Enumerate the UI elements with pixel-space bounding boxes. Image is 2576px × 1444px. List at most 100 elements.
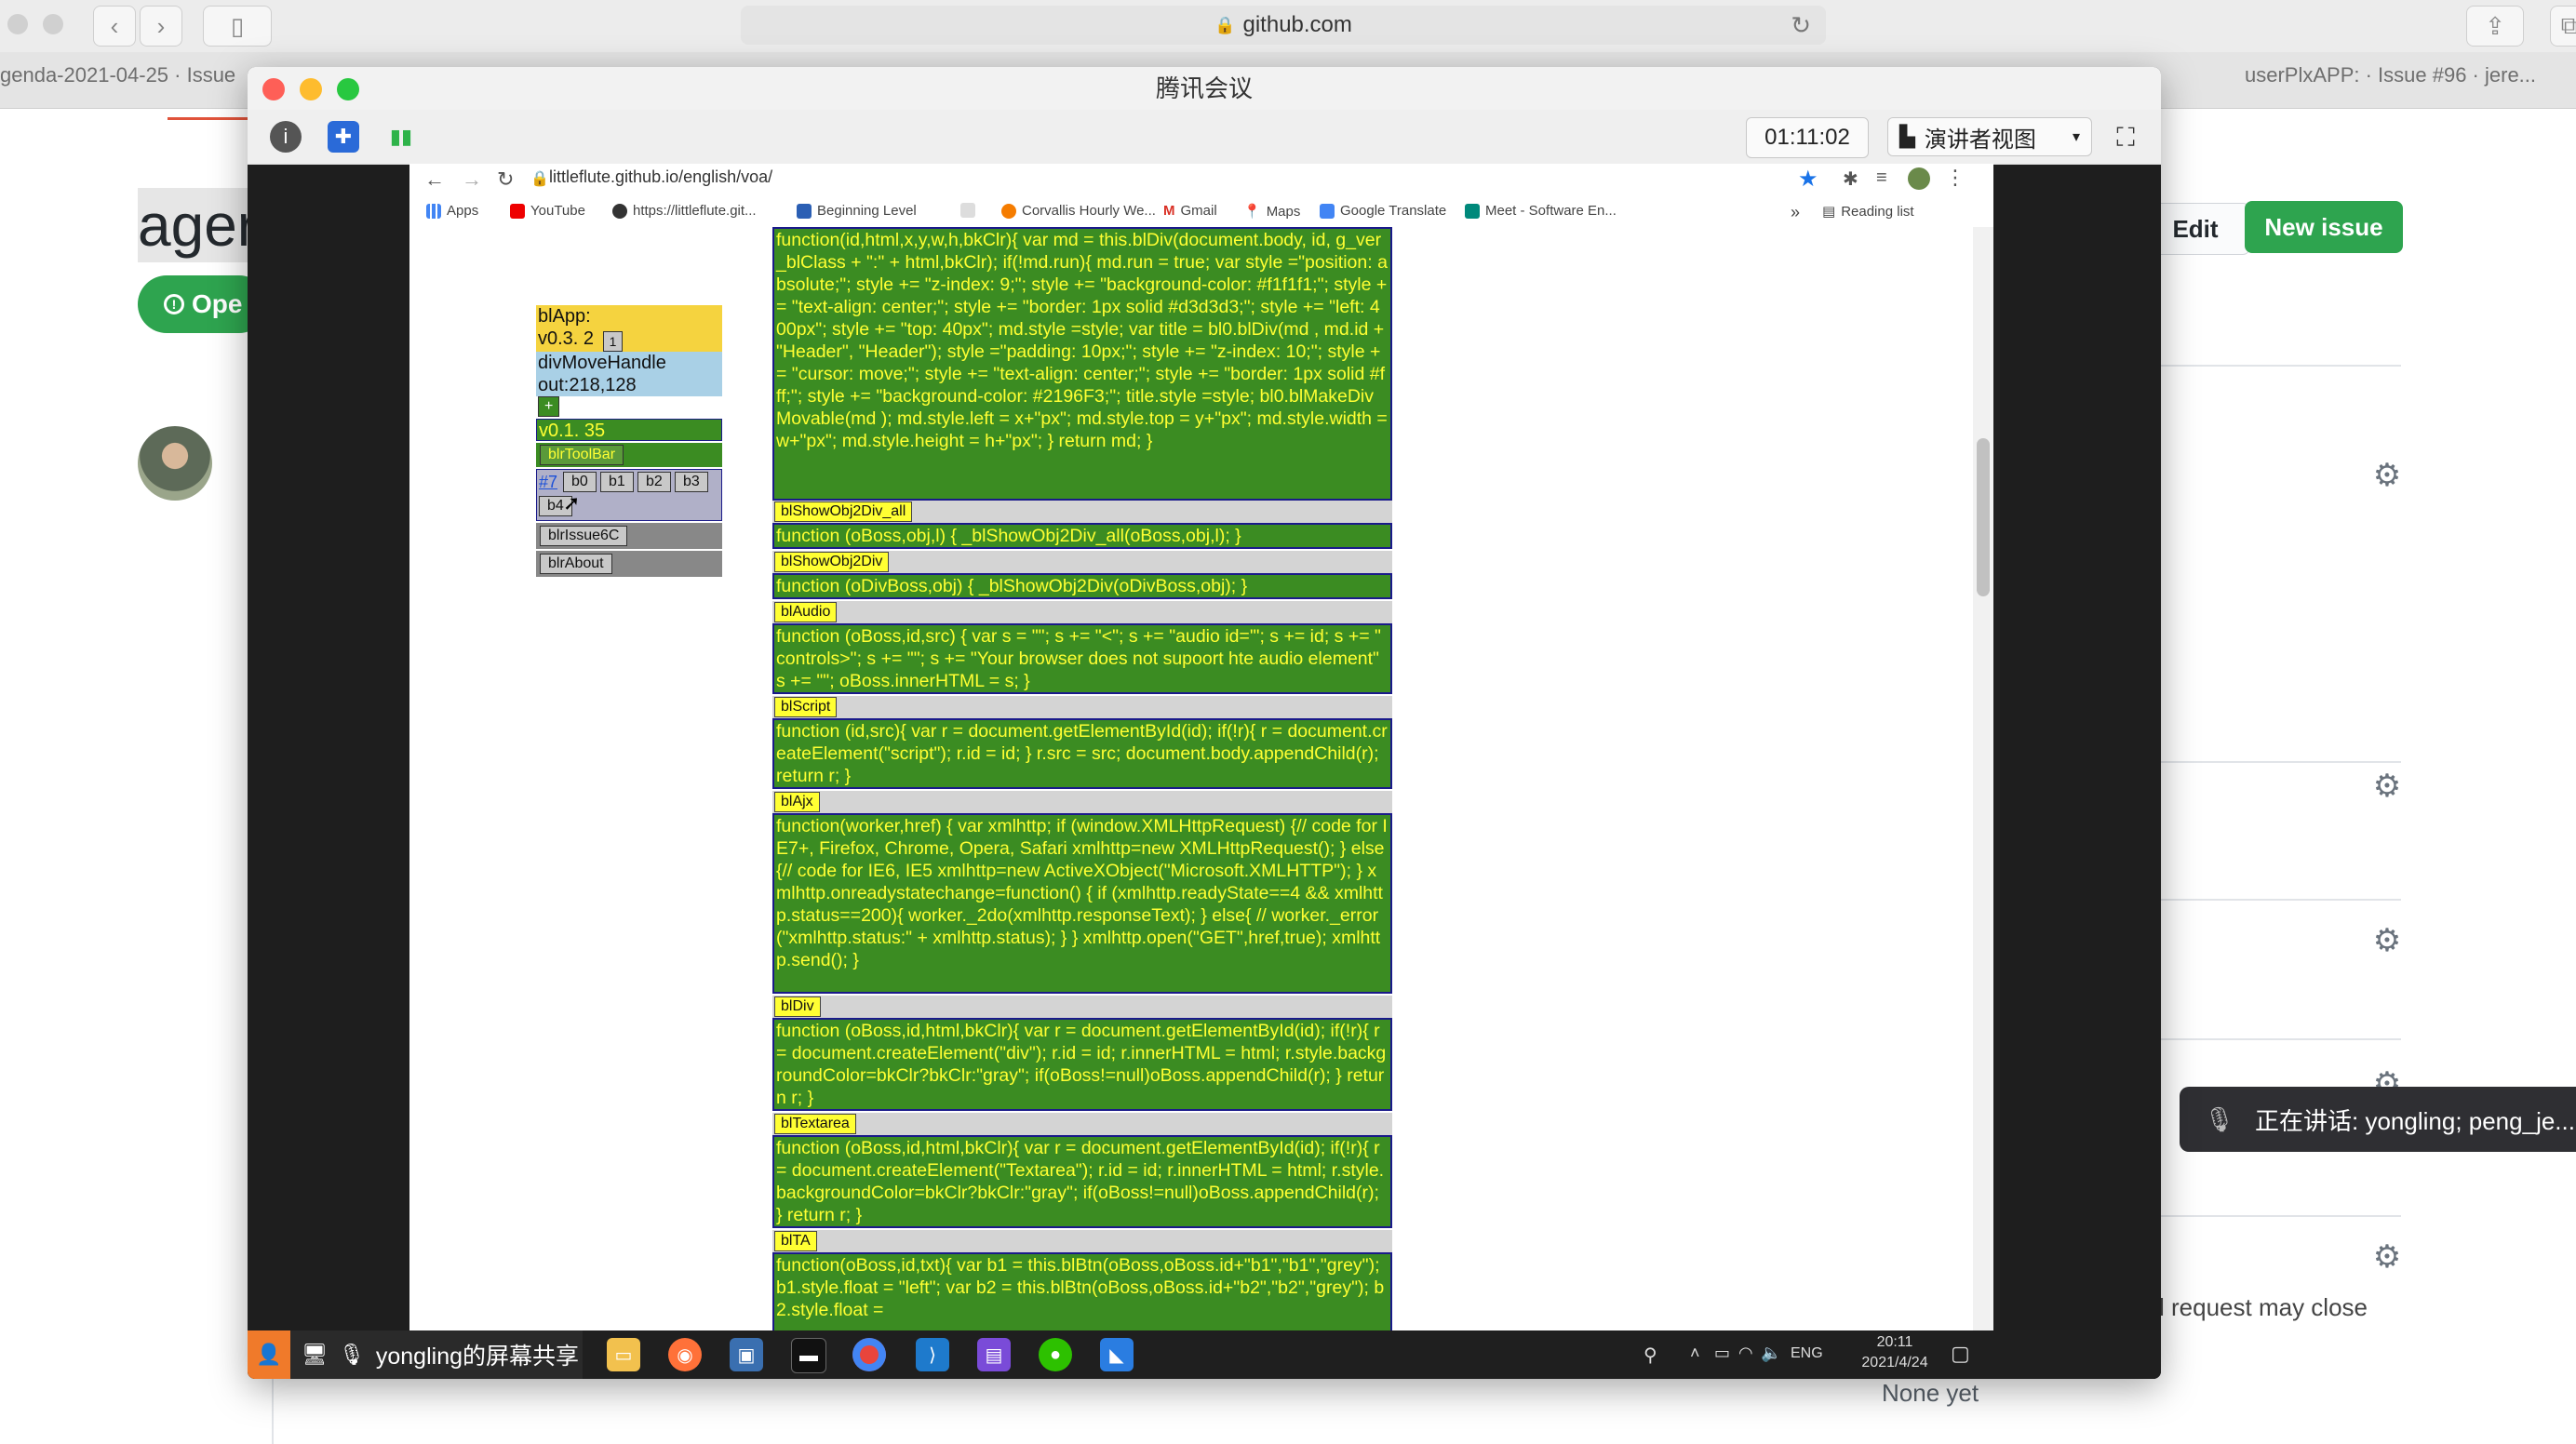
people-icon[interactable]: ⚲ bbox=[1644, 1344, 1657, 1367]
security-shield-icon[interactable]: ✚ bbox=[328, 121, 359, 153]
bookmark-meet[interactable]: Meet - Software En... bbox=[1465, 203, 1617, 219]
info-icon[interactable]: i bbox=[270, 121, 302, 153]
label-row: blAjx bbox=[772, 791, 1392, 813]
remote-reload-icon[interactable]: ↻ bbox=[497, 167, 514, 192]
none-yet-text: None yet bbox=[1882, 1379, 1979, 1407]
new-issue-button[interactable]: New issue bbox=[2245, 201, 2403, 253]
issue6c-button[interactable]: blrIssue6C bbox=[540, 526, 628, 546]
issue-link[interactable]: #7 bbox=[539, 471, 557, 493]
meeting-app-icon[interactable]: ▤ bbox=[977, 1338, 1011, 1371]
out-coords: out:218,128 bbox=[538, 375, 637, 395]
panel-header[interactable]: blApp: v0.3. 2 1 bbox=[536, 305, 722, 352]
version-button[interactable]: 1 bbox=[602, 331, 624, 352]
window-minimize-dot[interactable] bbox=[43, 14, 63, 34]
file-explorer-icon[interactable]: ▭ bbox=[607, 1338, 640, 1371]
move-handle[interactable]: divMoveHandle out:218,128 bbox=[536, 352, 722, 396]
bookmark-corvallis[interactable]: Corvallis Hourly We... bbox=[1001, 203, 1156, 219]
input-language[interactable]: ENG bbox=[1791, 1345, 1823, 1362]
wechat-icon[interactable]: ● bbox=[1039, 1338, 1072, 1371]
fullscreen-icon[interactable]: ⛶ bbox=[2109, 121, 2142, 154]
issue6c-row: blrIssue6C bbox=[536, 523, 722, 549]
linked-pr-note: l request may close bbox=[2159, 1293, 2368, 1321]
bookmark-apps[interactable]: Apps bbox=[426, 203, 478, 219]
minimize-icon[interactable] bbox=[300, 78, 322, 100]
image-viewer-icon[interactable]: ▣ bbox=[730, 1338, 763, 1371]
bookmark-beginning-level[interactable]: Beginning Level bbox=[797, 203, 917, 219]
vscode-icon[interactable]: ⟩ bbox=[916, 1338, 949, 1371]
mic-icon: 🎙 bbox=[338, 1343, 365, 1366]
profile-avatar[interactable] bbox=[1908, 167, 1930, 190]
labels-gear-icon[interactable]: ⚙ bbox=[2371, 770, 2403, 802]
remote-forward-icon[interactable]: → bbox=[462, 167, 482, 192]
code-listing: function(id,html,x,y,w,h,bkClr){ var md … bbox=[772, 227, 1392, 1330]
reading-list[interactable]: ▤ Reading list bbox=[1822, 203, 1914, 221]
toolbar-row: blrToolBar bbox=[536, 443, 722, 467]
toolbar-button[interactable]: blrToolBar bbox=[540, 445, 624, 465]
remote-scrollbar[interactable] bbox=[1973, 227, 1993, 1330]
tray-time[interactable]: 20:11 bbox=[1858, 1334, 1932, 1351]
b1-button[interactable]: b1 bbox=[600, 472, 634, 492]
maximize-icon[interactable] bbox=[337, 78, 359, 100]
bookmark-gmail[interactable]: M Gmail bbox=[1163, 203, 1217, 219]
plus-button[interactable]: + bbox=[538, 396, 560, 417]
label-row: blTextarea bbox=[772, 1113, 1392, 1135]
assignees-gear-icon[interactable]: ⚙ bbox=[2371, 460, 2403, 491]
terminal-icon[interactable]: ▬ bbox=[791, 1338, 826, 1373]
media-icon[interactable]: ≡ bbox=[1876, 167, 1887, 189]
bookmark-google-translate[interactable]: Google Translate bbox=[1320, 203, 1446, 219]
function-label: blDiv bbox=[774, 996, 821, 1017]
menu-kebab-icon[interactable]: ⋮ bbox=[1945, 166, 1966, 190]
wifi-icon[interactable]: ◠ bbox=[1738, 1344, 1753, 1363]
back-icon[interactable]: ‹ bbox=[93, 6, 136, 47]
bookmark-label: Meet - Software En... bbox=[1485, 203, 1617, 219]
notification-icon[interactable]: ▢ bbox=[1951, 1342, 1970, 1366]
extensions-icon[interactable]: ✱ bbox=[1843, 167, 1858, 191]
forward-icon[interactable]: › bbox=[140, 6, 182, 47]
function-label: blTA bbox=[774, 1231, 817, 1251]
sidebar-icon[interactable]: ▯ bbox=[203, 6, 272, 47]
microphone-icon: 🎙 bbox=[2204, 1104, 2235, 1133]
meeting-toolbar: i ✚ ▮▮ 01:11:02 ▙ 演讲者视图 ▾ ⛶ bbox=[248, 110, 2161, 165]
remote-scrollbar-thumb[interactable] bbox=[1977, 438, 1990, 596]
bookmark-star-icon[interactable]: ★ bbox=[1798, 166, 1818, 193]
chevron-up-icon[interactable]: ˄ bbox=[1690, 1344, 1700, 1363]
remote-address-text[interactable]: littleflute.github.io/english/voa/ bbox=[549, 167, 772, 187]
tab-overview-icon[interactable]: ⧉ bbox=[2550, 6, 2576, 47]
chrome-icon[interactable] bbox=[852, 1338, 886, 1371]
function-label: blTextarea bbox=[774, 1114, 856, 1134]
view-mode-label: 演讲者视图 bbox=[1924, 127, 2036, 153]
b2-button[interactable]: b2 bbox=[637, 472, 671, 492]
about-button[interactable]: blrAbout bbox=[540, 554, 612, 574]
bookmarks-overflow[interactable]: » bbox=[1791, 203, 1800, 222]
volume-icon[interactable]: 🔈 bbox=[1761, 1344, 1781, 1363]
signal-bars-icon[interactable]: ▮▮ bbox=[385, 121, 417, 153]
projects-gear-icon[interactable]: ⚙ bbox=[2371, 925, 2403, 956]
bookmark-label: Google Translate bbox=[1340, 203, 1447, 219]
label-row: blAudio bbox=[772, 601, 1392, 623]
bookmark-maps[interactable]: 📍 Maps bbox=[1243, 203, 1300, 221]
sidebar-divider bbox=[2159, 761, 2401, 763]
linked-pr-gear-icon[interactable]: ⚙ bbox=[2371, 1241, 2403, 1273]
reload-icon[interactable]: ↻ bbox=[1791, 11, 1811, 40]
b0-button[interactable]: b0 bbox=[563, 472, 597, 492]
label-row: blDiv bbox=[772, 996, 1392, 1018]
close-icon[interactable] bbox=[262, 78, 285, 100]
remote-back-icon[interactable]: ← bbox=[424, 167, 445, 192]
view-mode-dropdown[interactable]: ▙ 演讲者视图 ▾ bbox=[1887, 117, 2092, 156]
tencent-meeting-icon[interactable]: ◣ bbox=[1100, 1338, 1134, 1371]
window-close-dot[interactable] bbox=[7, 14, 28, 34]
share-icon[interactable]: ⇪ bbox=[2466, 6, 2524, 47]
bookmark-littleflute[interactable]: https://littleflute.git... bbox=[612, 203, 757, 219]
move-handle-label: divMoveHandle bbox=[538, 353, 666, 373]
avatar[interactable] bbox=[138, 426, 212, 501]
address-bar[interactable]: 🔒 github.com ↻ bbox=[741, 6, 1826, 45]
bookmark-youtube[interactable]: YouTube bbox=[510, 203, 585, 219]
battery-icon[interactable]: ▭ bbox=[1714, 1344, 1730, 1363]
tab-agenda[interactable]: genda-2021-04-25 · Issue bbox=[0, 63, 235, 87]
firefox-icon[interactable]: ◉ bbox=[668, 1338, 702, 1371]
tray-date[interactable]: 2021/4/24 bbox=[1858, 1355, 1932, 1371]
tab-userplxapp[interactable]: userPlxAPP: · Issue #96 · jere... bbox=[2245, 63, 2536, 87]
function-label: blShowObj2Div_all bbox=[774, 501, 913, 522]
b3-button[interactable]: b3 bbox=[675, 472, 708, 492]
bookmark-folder[interactable] bbox=[960, 203, 975, 218]
